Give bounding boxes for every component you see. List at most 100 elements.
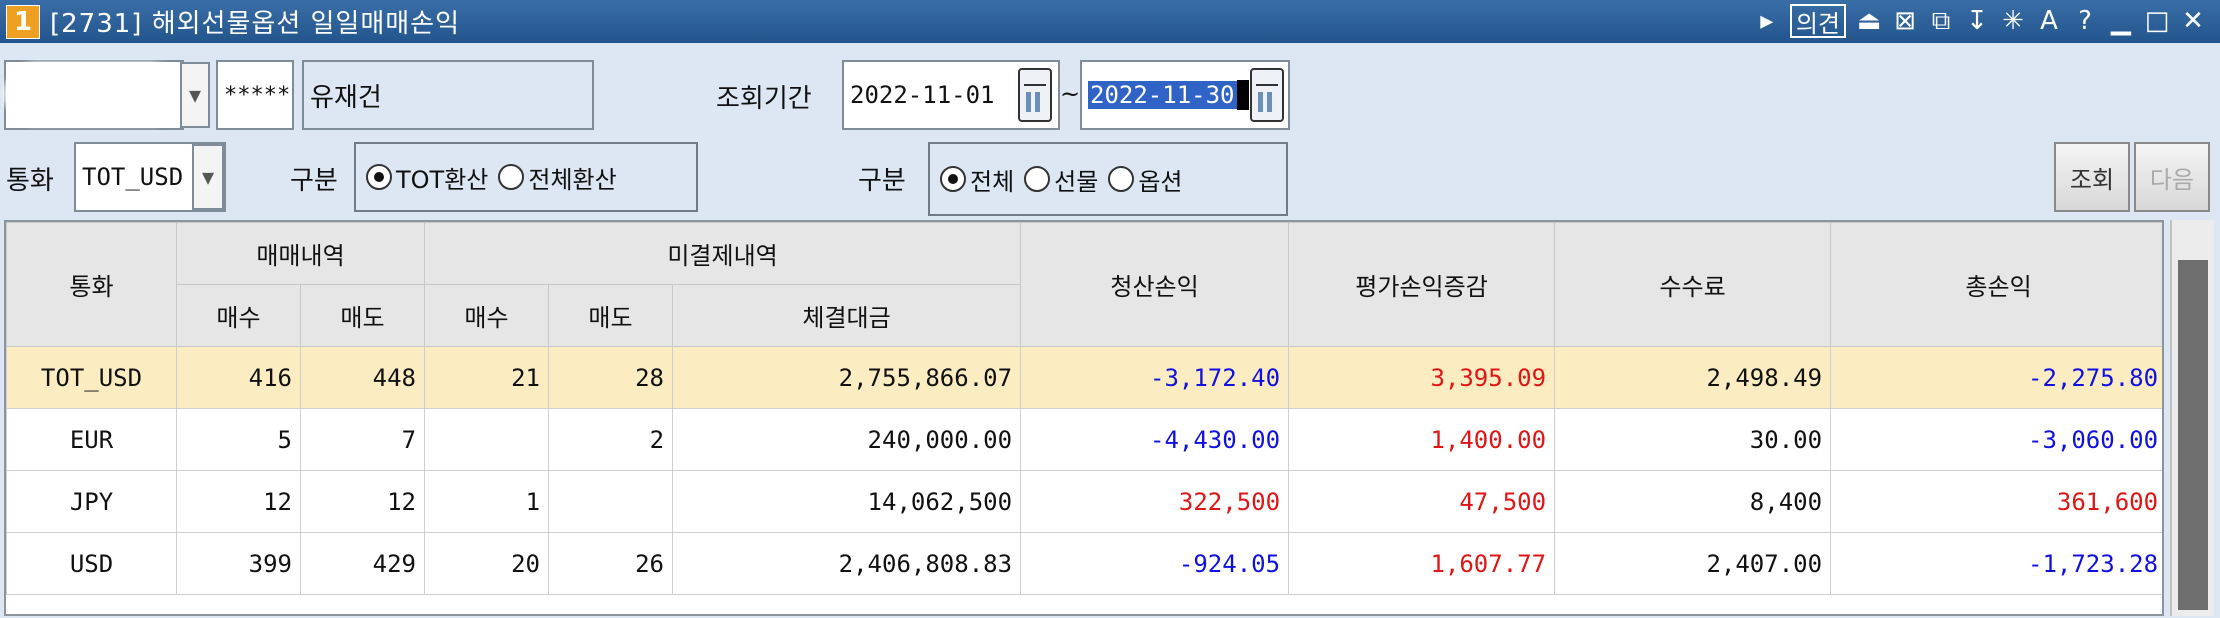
period-label: 조회기간: [716, 84, 812, 114]
category1-radio-group: TOT환산 전체환산: [354, 142, 698, 212]
cell-open-buy: 1: [424, 470, 550, 533]
text-cursor: [1236, 80, 1249, 110]
cell-eval: 47,500: [1288, 470, 1556, 533]
table-row[interactable]: USD 399 429 20 26 2,406,808.83 -924.05 1…: [6, 532, 2162, 595]
next-button[interactable]: 다음: [2134, 142, 2210, 212]
account-holder-name: 유재건: [302, 60, 594, 130]
cell-trade-sell: 7: [299, 408, 426, 471]
cell-total: 361,600: [1830, 470, 2162, 533]
cell-trade-buy: 5: [176, 408, 301, 471]
cell-fee: 2,407.00: [1554, 532, 1832, 595]
chevron-down-icon: ▼: [188, 83, 202, 107]
title-bar: 1 [2731] 해외선물옵션 일일매매손익 ▸ 의견 ⏏ ⊠ ⧉ ↧ ✳ A …: [0, 0, 2220, 43]
cell-open-buy: 21: [424, 346, 550, 409]
radio-tot-conversion[interactable]: TOT환산: [366, 160, 488, 195]
settings-icon[interactable]: ✳: [2000, 4, 2026, 38]
account-dropdown-button[interactable]: ▼: [180, 62, 210, 128]
cell-eval: 1,607.77: [1288, 532, 1556, 595]
thumbtack-icon[interactable]: ↧: [1964, 4, 1990, 38]
table-row[interactable]: JPY 12 12 1 14,062,500 322,500 47,500 8,…: [6, 470, 2162, 533]
cell-currency: TOT_USD: [6, 346, 177, 409]
currency-dropdown-button[interactable]: ▼: [192, 144, 224, 210]
maximize-icon[interactable]: □: [2144, 4, 2170, 38]
cell-realized: 322,500: [1020, 470, 1290, 533]
query-button[interactable]: 조회: [2054, 142, 2130, 212]
header-open-buy: 매수: [424, 284, 550, 347]
cell-open-sell: [548, 470, 674, 533]
header-trade-sell: 매도: [299, 284, 426, 347]
window-number-badge[interactable]: 1: [6, 4, 40, 39]
cell-trade-sell: 429: [299, 532, 426, 595]
cell-realized: -3,172.40: [1020, 346, 1290, 409]
table-row[interactable]: EUR 5 7 2 240,000.00 -4,430.00 1,400.00 …: [6, 408, 2162, 471]
cell-total: -1,723.28: [1830, 532, 2162, 595]
account-redaction: [4, 62, 182, 126]
cell-currency: EUR: [6, 408, 177, 471]
cell-open-buy: 20: [424, 532, 550, 595]
cell-trade-buy: 416: [176, 346, 301, 409]
header-trade-group: 매매내역: [175, 222, 426, 285]
cell-currency: JPY: [6, 470, 177, 533]
radio-options[interactable]: 옵션: [1108, 162, 1183, 197]
chevron-down-icon: ▼: [201, 165, 215, 189]
category2-label: 구분: [858, 166, 906, 196]
close-icon[interactable]: ✕: [2180, 4, 2206, 38]
cell-trade-sell: 448: [299, 346, 426, 409]
copy-window-icon[interactable]: ⧉: [1928, 4, 1954, 38]
cell-trade-sell: 12: [299, 470, 426, 533]
cell-amount: 2,406,808.83: [672, 532, 1022, 595]
cell-eval: 1,400.00: [1288, 408, 1556, 471]
scrollbar-thumb[interactable]: [2178, 260, 2208, 610]
cell-open-sell: 26: [548, 532, 674, 595]
header-fee: 수수료: [1554, 222, 1832, 347]
radio-selected-icon: [940, 166, 966, 192]
cell-realized: -924.05: [1020, 532, 1290, 595]
header-eval-change: 평가손익증감: [1288, 222, 1556, 347]
cell-total: -2,275.80: [1830, 346, 2162, 409]
minimize-icon[interactable]: ▁: [2108, 4, 2134, 38]
close-box-icon[interactable]: ⊠: [1892, 4, 1918, 38]
date-from-input[interactable]: 2022-11-01: [842, 60, 1014, 130]
calendar-icon[interactable]: [1250, 68, 1284, 122]
opinion-button[interactable]: 의견: [1789, 4, 1846, 38]
window-title: [2731] 해외선물옵션 일일매매손익: [50, 9, 461, 39]
header-open-sell: 매도: [548, 284, 674, 347]
title-toolbar: ▸ 의견 ⏏ ⊠ ⧉ ↧ ✳ A ? ▁ □ ✕: [1754, 4, 2206, 38]
cell-fee: 2,498.49: [1554, 346, 1832, 409]
password-field[interactable]: *****: [216, 60, 294, 130]
currency-value: TOT_USD: [82, 163, 184, 191]
radio-futures[interactable]: 선물: [1024, 162, 1098, 197]
header-currency: 통화: [6, 222, 177, 347]
cell-open-buy: [424, 408, 550, 471]
radio-selected-icon: [366, 164, 392, 190]
radio-all[interactable]: 전체: [940, 162, 1014, 197]
header-contract-amount: 체결대금: [672, 284, 1022, 347]
arrow-right-icon[interactable]: ▸: [1754, 4, 1780, 38]
cell-amount: 2,755,866.07: [672, 346, 1022, 409]
cell-eval: 3,395.09: [1288, 346, 1556, 409]
cell-open-sell: 2: [548, 408, 674, 471]
vertical-scrollbar[interactable]: [2170, 220, 2214, 616]
header-total-pl: 총손익: [1830, 222, 2162, 347]
currency-label: 통화: [6, 166, 54, 196]
cell-realized: -4,430.00: [1020, 408, 1290, 471]
cell-currency: USD: [6, 532, 177, 595]
radio-unselected-icon: [1108, 166, 1135, 192]
pin-icon[interactable]: ⏏: [1856, 4, 1882, 38]
font-size-icon[interactable]: A: [2036, 4, 2062, 38]
cell-trade-buy: 399: [176, 532, 301, 595]
table-row[interactable]: TOT_USD 416 448 21 28 2,755,866.07 -3,17…: [6, 346, 2162, 409]
header-realized-pl: 청산손익: [1020, 222, 1290, 347]
cell-fee: 30.00: [1554, 408, 1832, 471]
cell-amount: 240,000.00: [672, 408, 1022, 471]
calendar-icon[interactable]: [1018, 68, 1052, 122]
header-trade-buy: 매수: [176, 284, 301, 347]
cell-fee: 8,400: [1554, 470, 1832, 533]
header-open-group: 미결제내역: [424, 222, 1022, 285]
date-to-value: 2022-11-30: [1088, 81, 1237, 109]
help-icon[interactable]: ?: [2072, 4, 2098, 38]
pl-table: 통화 매매내역 미결제내역 청산손익 평가손익증감 수수료 총손익 매수 매도 …: [4, 220, 2164, 616]
radio-all-conversion[interactable]: 전체환산: [498, 160, 617, 195]
category1-label: 구분: [290, 166, 338, 196]
radio-unselected-icon: [498, 164, 525, 190]
